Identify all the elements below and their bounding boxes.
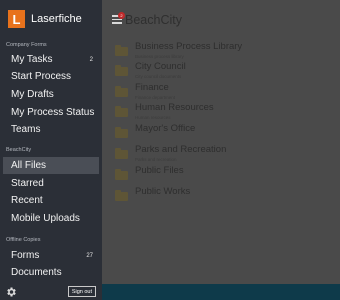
nav-item-documents[interactable]: Documents <box>3 264 99 281</box>
page-title: BeachCity <box>125 13 182 27</box>
folder-row[interactable]: Finance Finance department <box>112 81 332 101</box>
nav-item-label: Recent <box>11 195 43 206</box>
folder-description: City council documents <box>135 74 182 79</box>
nav-item-label: Documents <box>11 267 62 278</box>
folder-name: Business Process Library <box>135 41 243 52</box>
folder-name: Mayor's Office <box>135 123 196 134</box>
sidebar-footer: Sign out <box>0 284 102 300</box>
my-tasks-count-badge: 2 <box>89 56 93 63</box>
folder-row[interactable]: Public Works <box>112 185 332 205</box>
nav-item-recent[interactable]: Recent <box>3 192 99 209</box>
nav-item-start-process[interactable]: Start Process <box>3 68 99 85</box>
folder-description: Human resources <box>135 115 171 120</box>
laserfiche-logo-icon: L <box>8 10 25 28</box>
folder-row[interactable]: Business Process Library Business proces… <box>112 40 332 60</box>
folder-row[interactable]: Parks and Recreation Parks and recreatio… <box>112 143 332 163</box>
nav-item-mobile-uploads[interactable]: Mobile Uploads <box>3 210 99 227</box>
folder-icon <box>115 127 128 138</box>
nav-item-label: My Process Status <box>11 107 95 118</box>
folder-icon <box>115 148 128 159</box>
folder-name: Public Files <box>135 165 184 176</box>
section-company-forms: Company Forms <box>6 42 47 48</box>
nav-item-forms[interactable]: Forms 27 <box>3 247 99 264</box>
folder-icon <box>115 45 128 56</box>
nav-item-label: My Tasks <box>11 54 53 65</box>
bottom-bar <box>102 284 340 300</box>
folder-row[interactable]: City Council City council documents <box>112 60 332 80</box>
nav-item-my-tasks[interactable]: My Tasks 2 <box>3 51 99 68</box>
nav-item-label: Mobile Uploads <box>11 213 80 224</box>
brand: L Laserfiche <box>8 10 82 28</box>
top-bar: 2 BeachCity <box>102 0 340 34</box>
folder-icon <box>115 106 128 117</box>
folder-icon <box>115 190 128 201</box>
nav-item-label: All Files <box>11 160 47 171</box>
folder-icon <box>115 86 128 97</box>
sidebar: L Laserfiche Company Forms My Tasks 2 St… <box>0 0 102 300</box>
main-panel: 2 BeachCity Business Process Library Bus… <box>102 0 340 300</box>
folder-icon <box>115 169 128 180</box>
folder-name: Public Works <box>135 186 191 197</box>
gear-icon[interactable] <box>5 286 17 298</box>
folder-icon <box>115 65 128 76</box>
folder-description: Parks and recreation <box>135 157 177 162</box>
forms-count-badge: 27 <box>86 252 93 259</box>
folder-name: Finance <box>135 82 169 93</box>
nav-item-my-process-status[interactable]: My Process Status <box>3 104 99 121</box>
nav-item-label: Start Process <box>11 71 72 82</box>
folder-row[interactable]: Human Resources Human resources <box>112 101 332 121</box>
folder-description: Finance department <box>135 95 176 100</box>
nav-item-label: Teams <box>11 124 41 135</box>
folder-description: Business process library <box>135 54 184 59</box>
folder-name: City Council <box>135 61 186 72</box>
folder-row[interactable]: Public Files <box>112 164 332 184</box>
nav-item-label: My Drafts <box>11 89 54 100</box>
nav-item-all-files[interactable]: All Files <box>3 157 99 174</box>
folder-name: Parks and Recreation <box>135 144 227 155</box>
notification-badge[interactable]: 2 <box>118 12 125 19</box>
nav-item-label: Forms <box>11 250 40 261</box>
section-offline-copies: Offline Copies <box>6 237 41 243</box>
nav-item-teams[interactable]: Teams <box>3 121 99 138</box>
folder-row[interactable]: Mayor's Office <box>112 122 332 142</box>
app-name: Laserfiche <box>31 13 82 25</box>
folder-name: Human Resources <box>135 102 214 113</box>
nav-item-label: Starred <box>11 178 44 189</box>
section-beachcity: BeachCity <box>6 147 32 153</box>
nav-item-my-drafts[interactable]: My Drafts <box>3 86 99 103</box>
sign-out-button[interactable]: Sign out <box>67 286 96 297</box>
nav-item-starred[interactable]: Starred <box>3 175 99 192</box>
